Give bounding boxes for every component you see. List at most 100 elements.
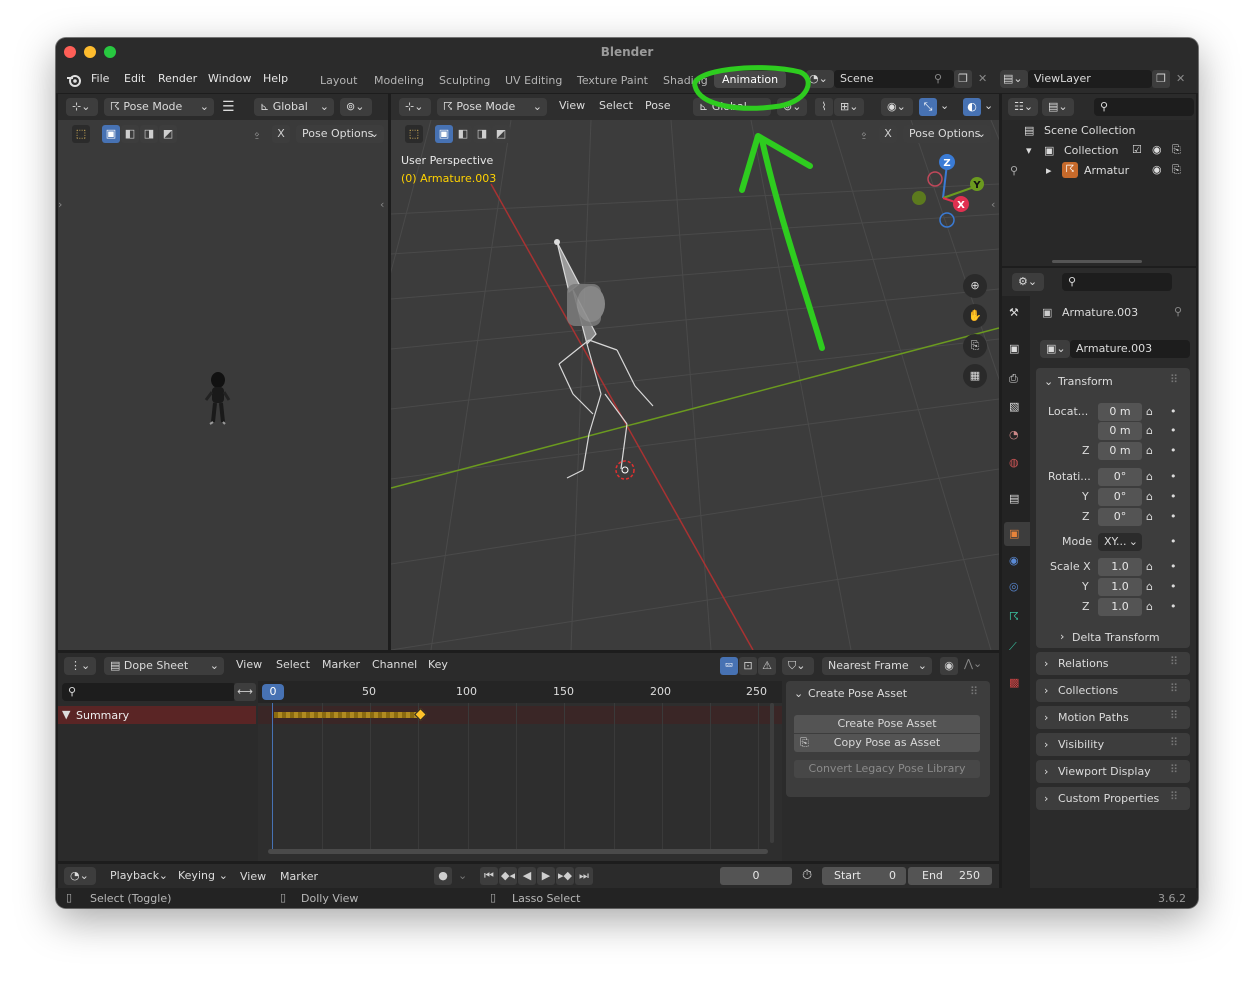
workspace-tab-uv-editing[interactable]: UV Editing <box>505 74 562 87</box>
timeline-editor[interactable]: ◔⌄ Playback ⌄ Keying ⌄ View Marker ● ⌄ ⏮ ◆… <box>58 864 999 888</box>
location-x-keyframe-icon[interactable]: • <box>1170 405 1177 418</box>
timeline-menu-view[interactable]: View <box>240 870 266 883</box>
select-mode-invert-icon[interactable]: ◩ <box>159 125 177 143</box>
viewport-x-mirror-button[interactable]: X <box>879 125 897 143</box>
viewport-select-invert-icon[interactable]: ◩ <box>492 125 510 143</box>
ortho-toggle-icon[interactable]: ▦ <box>963 364 987 388</box>
delete-scene-icon[interactable]: ✕ <box>978 72 987 85</box>
visibility-drag-icon[interactable]: ⠿ <box>1170 736 1178 749</box>
current-frame-field[interactable]: 0 <box>720 867 792 885</box>
jump-end-icon[interactable]: ⏭ <box>575 867 593 885</box>
scale-y-field[interactable]: 1.0 <box>1098 578 1142 596</box>
transform-panel-title[interactable]: Transform <box>1058 375 1113 388</box>
left-pivot-dropdown[interactable]: ⊚⌄ <box>340 98 372 116</box>
rotation-y-lock-icon[interactable]: ⌂ <box>1146 490 1153 503</box>
start-frame-field[interactable]: Start 0 <box>822 867 906 885</box>
snap-mode-dropdown[interactable]: Nearest Frame ⌄ <box>822 657 932 675</box>
scene-browse-button[interactable]: ◔⌄ <box>806 70 834 88</box>
only-errors-icon[interactable]: ⚠ <box>758 657 776 675</box>
snap-target-dropdown[interactable]: ⊞⌄ <box>834 98 864 116</box>
scale-z-field[interactable]: 1.0 <box>1098 598 1142 616</box>
location-z-keyframe-icon[interactable]: • <box>1170 444 1177 457</box>
properties-editor[interactable]: ⚙⌄ ⚲ ⚒ ▣ ⎙ ▧ ◔ ◍ ▤ ▣ ◉ ◎ ☈ ⟋ ▩ ▣ Armatur… <box>1002 268 1196 888</box>
pose-asset-collapse-icon[interactable]: ⌄ <box>794 687 803 700</box>
end-frame-field[interactable]: End 250 <box>908 867 992 885</box>
dope-menu-channel[interactable]: Channel <box>372 658 417 671</box>
convert-legacy-pose-library-button[interactable]: Convert Legacy Pose Library <box>794 760 980 778</box>
outliner[interactable]: ☷⌄ ▤⌄ ⚲ ▤ Scene Collection ▾ ▣ Collectio… <box>1002 94 1196 266</box>
transform-collapse-icon[interactable]: ⌄ <box>1044 375 1053 388</box>
armature-visibility-eye-icon[interactable]: ◉ <box>1152 163 1162 176</box>
viewport-sidebar-expand-icon[interactable]: ‹ <box>991 198 995 211</box>
prev-keyframe-icon[interactable]: ◆◂ <box>499 867 517 885</box>
show-hidden-icon[interactable]: ⊡ <box>739 657 757 675</box>
scale-y-keyframe-icon[interactable]: • <box>1170 580 1177 593</box>
rotation-x-keyframe-icon[interactable]: • <box>1170 470 1177 483</box>
overlay-toggle-icon[interactable]: ◐ <box>963 98 981 116</box>
rotation-x-lock-icon[interactable]: ⌂ <box>1146 470 1153 483</box>
new-viewlayer-icon[interactable]: ❐ <box>1152 70 1170 88</box>
dope-sheet-editor-type-button[interactable]: ⋮⌄ <box>64 657 96 675</box>
blender-logo-icon[interactable] <box>66 72 82 88</box>
armature-render-camera-icon[interactable]: ⎘ <box>1172 163 1181 177</box>
viewport-select-new-icon[interactable]: ▣ <box>435 125 453 143</box>
timeline-editor-type-button[interactable]: ◔⌄ <box>64 867 96 885</box>
location-y-field[interactable]: 0 m <box>1098 422 1142 440</box>
location-x-field[interactable]: 0 m <box>1098 403 1142 421</box>
menu-render[interactable]: Render <box>158 72 197 85</box>
gizmo-dropdown-icon[interactable]: ⌄ <box>940 99 949 112</box>
dope-menu-marker[interactable]: Marker <box>322 658 360 671</box>
scale-x-field[interactable]: 1.0 <box>1098 558 1142 576</box>
properties-pin-icon[interactable]: ⚲ <box>1174 305 1182 318</box>
left-pose-options-dropdown[interactable]: Pose Options ⌄ <box>296 125 384 143</box>
modifier-tab-icon[interactable]: ◉ <box>1009 554 1019 567</box>
location-x-lock-icon[interactable]: ⌂ <box>1146 405 1153 418</box>
left-mode-dropdown[interactable]: ☈ Pose Mode ⌄ <box>104 98 214 116</box>
collection-expand-icon[interactable]: ▾ <box>1026 144 1032 157</box>
custom-properties-drag-icon[interactable]: ⠿ <box>1170 790 1178 803</box>
summary-expand-icon[interactable]: ▼ <box>62 708 70 721</box>
output-tab-icon[interactable]: ⎙ <box>1009 372 1018 386</box>
delete-viewlayer-icon[interactable]: ✕ <box>1176 72 1185 85</box>
viewport-menu-view[interactable]: View <box>559 99 585 112</box>
outliner-scene-collection[interactable]: Scene Collection <box>1044 124 1135 137</box>
motion-paths-panel[interactable]: › Motion Paths ⠿ <box>1036 706 1190 729</box>
outliner-scrollbar[interactable] <box>1052 260 1142 263</box>
mirror-icon[interactable]: ⍚ <box>254 127 261 141</box>
outliner-collection[interactable]: Collection <box>1064 144 1118 157</box>
menu-edit[interactable]: Edit <box>124 72 145 85</box>
playback-menu[interactable]: Playback ⌄ <box>104 867 170 885</box>
pose-asset-panel-title[interactable]: Create Pose Asset <box>808 687 907 700</box>
location-y-keyframe-icon[interactable]: • <box>1170 424 1177 437</box>
outliner-armature[interactable]: Armatur <box>1084 164 1129 177</box>
rotation-z-lock-icon[interactable]: ⌂ <box>1146 510 1153 523</box>
object-name-field[interactable]: Armature.003 <box>1070 340 1190 358</box>
workspace-tab-texture-paint[interactable]: Texture Paint <box>577 74 648 87</box>
outliner-display-mode-button[interactable]: ▤⌄ <box>1042 98 1074 116</box>
collection-tab-icon[interactable]: ▤ <box>1009 492 1019 505</box>
collection-visibility-eye-icon[interactable]: ◉ <box>1152 143 1162 156</box>
dope-sheet-h-scrollbar[interactable] <box>268 849 768 854</box>
outliner-search-field[interactable]: ⚲ <box>1094 98 1194 116</box>
scale-z-keyframe-icon[interactable]: • <box>1170 600 1177 613</box>
scale-z-lock-icon[interactable]: ⌂ <box>1146 600 1153 613</box>
left-x-mirror-button[interactable]: X <box>272 125 290 143</box>
collections-panel[interactable]: › Collections ⠿ <box>1036 679 1190 702</box>
collections-drag-icon[interactable]: ⠿ <box>1170 682 1178 695</box>
stopwatch-icon[interactable]: ⏱ <box>802 868 812 883</box>
hamburger-icon[interactable]: ☰ <box>222 99 235 115</box>
editor-type-button[interactable]: ⊹⌄ <box>66 98 98 116</box>
rotation-mode-keyframe-icon[interactable]: • <box>1170 535 1177 548</box>
viewport-menu-pose[interactable]: Pose <box>645 99 670 112</box>
overlay-dropdown-icon[interactable]: ⌄ <box>984 99 993 112</box>
next-keyframe-icon[interactable]: ▸◆ <box>556 867 574 885</box>
transform-drag-handle-icon[interactable]: ⠿ <box>1170 373 1178 386</box>
rotation-z-keyframe-icon[interactable]: • <box>1170 510 1177 523</box>
workspace-tab-layout[interactable]: Layout <box>320 74 357 87</box>
viewport-editor-type-button[interactable]: ⊹⌄ <box>399 98 431 116</box>
left-sidebar-expand-icon[interactable]: ‹ <box>380 198 384 211</box>
left-viewport[interactable]: ⊹⌄ ☈ Pose Mode ⌄ ☰ ⊾ Global ⌄ ⊚⌄ ⬚ ▣ ◧ ◨ ◩… <box>58 94 388 650</box>
custom-properties-panel[interactable]: › Custom Properties ⠿ <box>1036 787 1190 810</box>
copy-pose-as-asset-button[interactable]: ⎘ Copy Pose as Asset <box>794 734 980 752</box>
physics-tab-icon[interactable]: ◎ <box>1009 580 1019 593</box>
